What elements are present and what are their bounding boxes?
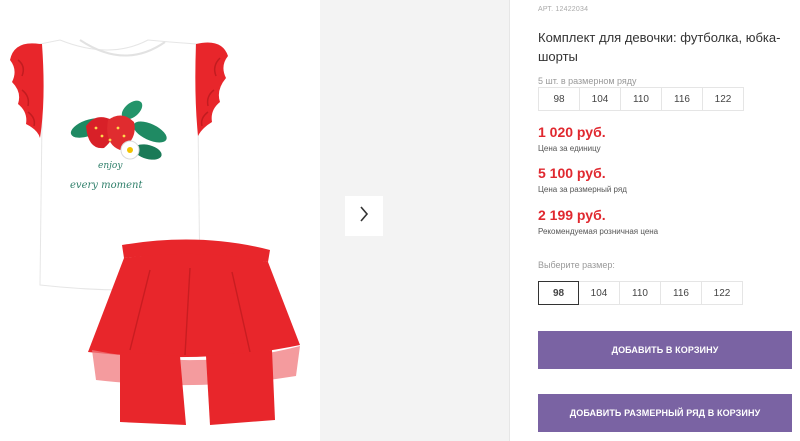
- size-option-110[interactable]: 110: [619, 281, 661, 305]
- pack-size: 104: [579, 87, 621, 111]
- print-text-2: every moment: [70, 180, 143, 191]
- gallery-next-slide: [320, 0, 509, 441]
- add-pack-to-cart-button[interactable]: ДОБАВИТЬ РАЗМЕРНЫЙ РЯД В КОРЗИНУ: [538, 394, 792, 432]
- pack-size: 116: [661, 87, 703, 111]
- size-option-104[interactable]: 104: [578, 281, 620, 305]
- unit-price-label: Цена за единицу: [538, 144, 601, 153]
- pack-size: 110: [620, 87, 662, 111]
- product-sku: АРТ. 12422034: [538, 6, 589, 13]
- product-photo: enjoy every moment: [10, 39, 300, 425]
- print-text-1: enjoy: [98, 161, 123, 171]
- unit-price: 1 020 руб.: [538, 124, 606, 140]
- product-info: АРТ. 12422034 Комплект для девочки: футб…: [538, 0, 800, 441]
- gallery-next-button[interactable]: [345, 196, 383, 236]
- pack-size: 122: [702, 87, 744, 111]
- pack-size: 98: [538, 87, 580, 111]
- pack-price: 5 100 руб.: [538, 165, 606, 181]
- retail-price-label: Рекомендуемая розничная цена: [538, 227, 659, 236]
- pack-sizes: 98 104 110 116 122: [538, 87, 744, 111]
- size-picker: 98 104 110 116 122: [538, 281, 743, 305]
- pack-caption: 5 шт. в размерном ряду: [538, 76, 637, 86]
- pack-price-label: Цена за размерный ряд: [538, 185, 627, 194]
- size-option-122[interactable]: 122: [701, 281, 743, 305]
- product-title: Комплект для девочки: футболка, юбка-шор…: [538, 30, 781, 64]
- size-option-98[interactable]: 98: [538, 281, 579, 305]
- retail-price: 2 199 руб.: [538, 207, 606, 223]
- add-to-cart-button[interactable]: ДОБАВИТЬ В КОРЗИНУ: [538, 331, 792, 369]
- size-option-116[interactable]: 116: [660, 281, 702, 305]
- chevron-right-icon: [359, 205, 369, 227]
- column-divider: [509, 0, 510, 441]
- product-image[interactable]: enjoy every moment: [0, 0, 320, 441]
- size-picker-caption: Выберите размер:: [538, 260, 615, 270]
